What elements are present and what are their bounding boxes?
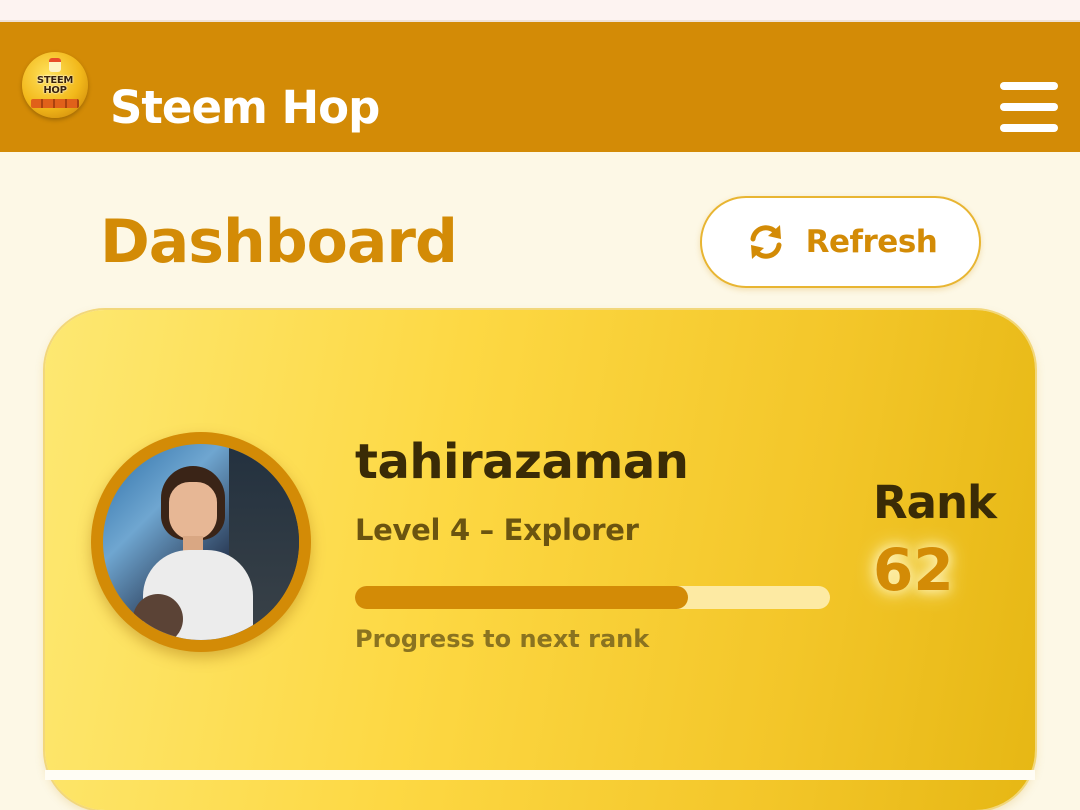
avatar-shadow [133,594,183,640]
avatar-ring [91,432,311,652]
profile-card: tahirazaman Level 4 – Explorer Progress … [45,310,1035,810]
refresh-icon [750,225,782,259]
app-name[interactable]: Steem Hop [110,80,380,136]
avatar[interactable] [103,444,299,640]
level-label: Level 4 – Explorer [355,513,639,547]
top-app-bar: STEEM HOP Steem Hop [0,22,1080,152]
menu-line [1000,82,1058,90]
status-bar [0,0,1080,22]
rank-label: Rank [873,476,997,529]
app-logo[interactable]: STEEM HOP [22,52,88,118]
rank-progress-fill [355,586,688,609]
rank-progress-bar [355,586,830,609]
hamburger-menu-icon[interactable] [995,80,1061,136]
next-card-edge [45,770,1035,780]
chick-icon [49,58,61,72]
progress-caption: Progress to next rank [355,625,650,653]
refresh-button[interactable]: Refresh [700,196,981,288]
avatar-face [169,482,217,540]
brick-platform-icon [31,99,79,108]
username: tahirazaman [355,434,689,490]
menu-line [1000,103,1058,111]
page-title: Dashboard [100,207,458,277]
menu-line [1000,124,1058,132]
rank-value: 62 [873,536,954,604]
refresh-label: Refresh [805,224,938,260]
logo-text: STEEM HOP [36,75,74,96]
